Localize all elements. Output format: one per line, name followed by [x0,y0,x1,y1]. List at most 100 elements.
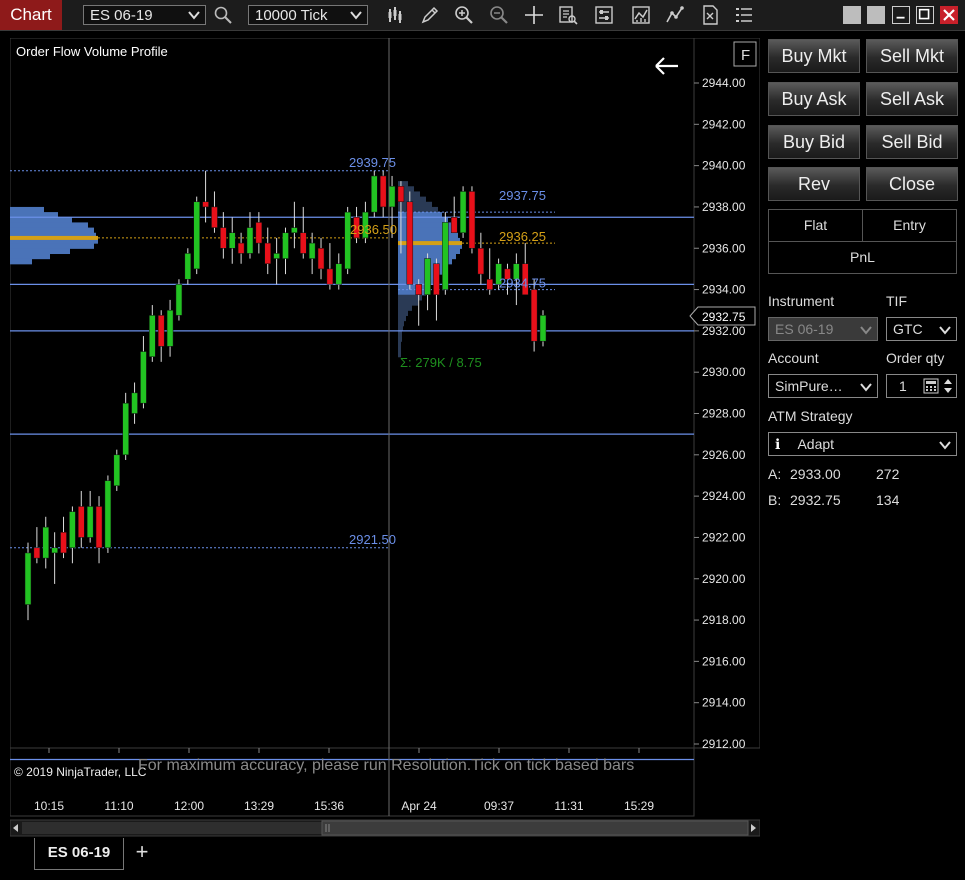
candle-body [51,547,58,554]
qty-stepper-icon[interactable] [942,376,954,396]
atm-strategy-selector[interactable]: ℹ Adapt [768,432,957,456]
price-axis-label: 2938.00 [702,200,746,214]
buy-bid-button[interactable]: Buy Bid [768,125,860,159]
candle-body [211,206,218,228]
scrollbar-thumb[interactable] [321,820,749,836]
draw-pencil-icon[interactable] [420,5,440,25]
sell-bid-button[interactable]: Sell Bid [866,125,958,159]
volume-profile-bar [398,330,402,337]
order-qty-label: Order qty [886,350,945,366]
minimize-icon [896,16,905,19]
order-qty-field[interactable]: 1 [886,374,957,398]
position-flat: Flat [768,209,863,242]
volume-profile-bar [398,320,404,327]
volume-profile-bar [398,336,402,342]
minimize-button[interactable] [892,6,910,24]
reverse-button[interactable]: Rev [768,167,860,201]
candle-body [264,242,271,264]
candle-body [326,268,334,285]
strategies-icon[interactable] [665,5,685,25]
volume-profile-bar [398,341,401,347]
chevron-down-icon [350,11,362,20]
candle-body [246,227,254,254]
candle-body [371,175,378,213]
candle-body [95,506,103,549]
volume-profile-bar [398,310,408,316]
tab-es-06-19[interactable]: ES 06-19 [34,838,124,870]
ask-price: 2933.00 [790,466,841,482]
volume-profile-bar [10,222,88,229]
instrument-link-button[interactable] [867,6,885,24]
zoom-out-icon[interactable] [489,5,509,25]
chevron-down-icon [188,11,200,20]
indicators-icon[interactable] [631,5,651,25]
candle-body [379,175,387,208]
link-window-button[interactable] [843,6,861,24]
order-instrument-selector[interactable]: ES 06-19 [768,317,878,341]
chart-panel[interactable]: 2939.75 2936.50 2921.50 2937.75 2936.25 2934.… [10,38,760,838]
volume-profile-bar [398,315,406,322]
time-axis-label: 12:00 [174,799,204,813]
calculator-icon[interactable] [923,378,939,394]
candle-body [113,454,121,487]
candle-body [388,186,396,208]
price-axis-label: 2930.00 [702,365,746,379]
position-entry: Entry [862,209,957,242]
volume-profile-bar [398,181,408,187]
tif-label: TIF [886,293,907,309]
buy-ask-button[interactable]: Buy Ask [768,82,860,116]
instrument-selector[interactable]: ES 06-19 [83,5,206,25]
interval-selector-value: 10000 Tick [255,7,328,24]
time-axis-label: 15:29 [624,799,654,813]
candle-body [69,511,76,549]
order-instrument-value: ES 06-19 [775,321,834,337]
atm-strategy-label: ATM Strategy [768,408,853,424]
info-icon[interactable]: ℹ [775,436,794,452]
candle-body [104,480,112,549]
interval-selector[interactable]: 10000 Tick [248,5,368,25]
fixed-scale-label: F [741,47,750,64]
profile-summary-label: Σ: 279K / 8.75 [400,355,482,370]
time-axis-label: 09:37 [484,799,514,813]
list-icon[interactable] [734,5,754,25]
templates-icon[interactable] [700,5,720,25]
volume-profile-bar [10,258,32,265]
sell-ask-button[interactable]: Sell Ask [866,82,958,116]
chevron-down-icon [860,326,872,335]
price-axis[interactable] [693,38,760,749]
account-selector[interactable]: SimPure… [768,374,878,398]
close-position-button[interactable]: Close [866,167,958,201]
candle-body [86,506,94,538]
zoom-in-icon[interactable] [454,5,474,25]
add-tab-button[interactable]: + [132,841,152,863]
volume-profile-bar [398,346,401,353]
chevron-down-icon [939,326,951,335]
data-box-icon[interactable] [558,5,578,25]
plot-area[interactable] [10,38,695,749]
price-axis-label: 2920.00 [702,572,746,586]
sell-market-button[interactable]: Sell Mkt [866,39,958,73]
bar-style-icon[interactable] [386,5,406,25]
chevron-down-icon [860,383,872,392]
time-axis-label: 10:15 [34,799,64,813]
price-axis-label: 2928.00 [702,407,746,421]
maximize-button[interactable] [916,6,934,24]
crosshair-icon[interactable] [524,5,544,25]
candle-body [282,232,289,259]
tif-value: GTC [893,321,923,337]
search-icon[interactable] [213,5,233,25]
candle-body [406,201,414,285]
price-chart[interactable]: 2939.752936.502921.502937.752936.252934.… [10,38,760,838]
bid-price: 2932.75 [790,492,841,508]
candle-body [255,222,263,244]
candle-body [317,248,325,270]
close-window-button[interactable] [940,6,958,24]
buy-market-button[interactable]: Buy Mkt [768,39,860,73]
properties-icon[interactable] [594,5,614,25]
volume-profile-bar [398,274,438,280]
tif-selector[interactable]: GTC [886,317,957,341]
candle-body [140,351,147,404]
price-axis-label: 2944.00 [702,76,746,90]
atm-strategy-value: Adapt [797,436,835,452]
price-axis-label: 2922.00 [702,530,746,544]
